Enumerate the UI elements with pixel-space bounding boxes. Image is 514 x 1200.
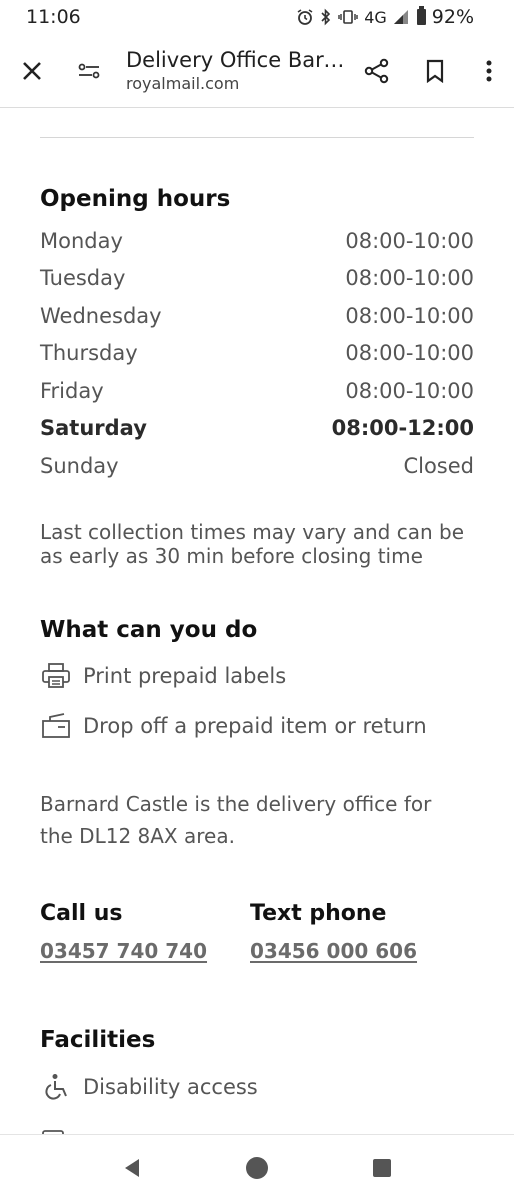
- battery-percent: 92%: [431, 6, 474, 28]
- status-bar: 11:06 4G 92%: [0, 0, 514, 34]
- opening-hours-heading: Opening hours: [40, 186, 231, 212]
- day-label: Friday: [40, 378, 104, 403]
- what-can-you-do-heading: What can you do: [40, 617, 258, 643]
- more-vert-icon: [486, 60, 492, 81]
- hours-row-tuesday: Tuesday 08:00-10:00: [40, 260, 474, 298]
- hours-row-monday: Monday 08:00-10:00: [40, 222, 474, 260]
- hours-row-saturday-current: Saturday 08:00-12:00: [40, 410, 474, 448]
- postbox-drop-icon: [40, 711, 72, 741]
- hours-value: 08:00-10:00: [345, 378, 474, 403]
- service-item-print-labels: Print prepaid labels: [40, 661, 286, 691]
- service-item-drop-off: Drop off a prepaid item or return: [40, 711, 427, 741]
- call-us-phone-link[interactable]: 03457 740 740: [40, 939, 207, 963]
- battery-icon: [416, 6, 426, 25]
- back-triangle-icon: [125, 1158, 140, 1177]
- divider: [40, 137, 474, 138]
- back-button[interactable]: [107, 1143, 157, 1193]
- status-time: 11:06: [26, 6, 81, 28]
- hours-value: Closed: [403, 453, 474, 478]
- network-type: 4G: [364, 7, 387, 27]
- custom-tab-toolbar: Delivery Office Barnard Castle royalmail…: [0, 34, 514, 108]
- bluetooth-icon: [321, 8, 331, 26]
- home-button[interactable]: [232, 1143, 282, 1193]
- home-circle-icon: [245, 1156, 268, 1179]
- page-url: royalmail.com: [126, 74, 240, 93]
- text-phone-block: Text phone 03456 000 606: [250, 901, 417, 963]
- day-label: Tuesday: [40, 266, 126, 291]
- hours-value: 08:00-12:00: [331, 416, 474, 441]
- text-phone-label: Text phone: [250, 901, 387, 926]
- page-title-block: Delivery Office Barnard Castle royalmail…: [126, 48, 348, 93]
- service-item-label: Drop off a prepaid item or return: [83, 714, 427, 738]
- day-label: Thursday: [40, 341, 138, 366]
- facility-item-disability-access: Disability access: [40, 1072, 258, 1102]
- hours-value: 08:00-10:00: [345, 266, 474, 291]
- printer-icon: [40, 661, 72, 691]
- wheelchair-icon: [40, 1072, 72, 1102]
- share-icon: [364, 58, 389, 83]
- alarm-icon: [297, 9, 313, 25]
- bookmark-icon: [426, 59, 444, 83]
- facilities-heading: Facilities: [40, 1027, 156, 1053]
- site-settings-button[interactable]: [64, 39, 114, 103]
- page-title: Delivery Office Barnard Castle: [126, 48, 348, 72]
- close-button[interactable]: [0, 39, 64, 103]
- hours-row-sunday: Sunday Closed: [40, 447, 474, 485]
- tune-icon: [78, 63, 100, 78]
- day-label: Saturday: [40, 416, 147, 441]
- call-us-block: Call us 03457 740 740: [40, 901, 207, 963]
- collection-times-note: Last collection times may vary and can b…: [40, 520, 465, 568]
- hours-row-wednesday: Wednesday 08:00-10:00: [40, 297, 474, 335]
- office-description: Barnard Castle is the delivery office fo…: [40, 792, 432, 848]
- bookmark-button[interactable]: [406, 39, 464, 103]
- hours-row-thursday: Thursday 08:00-10:00: [40, 335, 474, 373]
- call-us-label: Call us: [40, 901, 123, 926]
- hours-value: 08:00-10:00: [345, 303, 474, 328]
- day-label: Wednesday: [40, 303, 162, 328]
- hours-row-friday: Friday 08:00-10:00: [40, 372, 474, 410]
- hours-value: 08:00-10:00: [345, 228, 474, 253]
- recents-square-icon: [372, 1158, 391, 1177]
- vibrate-icon: [338, 10, 358, 24]
- share-button[interactable]: [348, 39, 406, 103]
- recents-button[interactable]: [357, 1143, 407, 1193]
- system-navigation-bar: [0, 1134, 514, 1200]
- facility-label: Disability access: [83, 1075, 258, 1099]
- day-label: Monday: [40, 228, 123, 253]
- day-label: Sunday: [40, 453, 119, 478]
- hours-value: 08:00-10:00: [345, 341, 474, 366]
- status-icons: 4G 92%: [296, 6, 474, 28]
- text-phone-link[interactable]: 03456 000 606: [250, 939, 417, 963]
- more-options-button[interactable]: [464, 39, 514, 103]
- signal-icon: [393, 10, 408, 24]
- opening-hours-table: Monday 08:00-10:00 Tuesday 08:00-10:00 W…: [40, 222, 474, 485]
- close-icon: [23, 61, 41, 80]
- service-item-label: Print prepaid labels: [83, 664, 287, 688]
